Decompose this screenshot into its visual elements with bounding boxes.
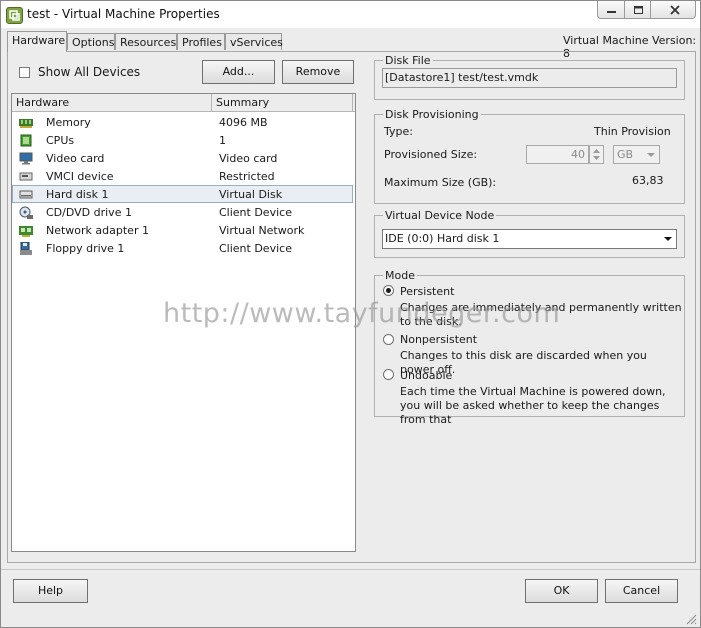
persistent-description: Changes are immediately and permanently … [400, 301, 682, 328]
provisioned-size-label: Provisioned Size: [384, 148, 478, 161]
nonpersistent-label[interactable]: Nonpersistent [400, 333, 477, 346]
title-bar[interactable]: test - Virtual Machine Properties [1, 1, 700, 28]
virtual-device-node-title: Virtual Device Node [383, 209, 497, 222]
chevron-down-icon [647, 153, 655, 157]
restore-icon [634, 6, 643, 14]
hardware-row-floppy-drive[interactable]: Floppy drive 1 Client Device [12, 239, 353, 257]
persistent-radio[interactable] [383, 285, 394, 296]
tab-resources[interactable]: Resources [115, 33, 177, 50]
undoable-description: Each time the Virtual Machine is powered… [400, 385, 666, 426]
provisioning-type-value: Thin Provision [594, 125, 671, 138]
hardware-summary: Client Device [219, 206, 292, 219]
device-node-select[interactable]: IDE (0:0) Hard disk 1 [382, 229, 677, 249]
remove-button[interactable]: Remove [282, 60, 354, 84]
provisioning-type-label: Type: [384, 125, 413, 138]
restore-button[interactable] [624, 1, 651, 19]
hardware-list-header: Hardware Summary [12, 94, 355, 112]
hardware-row-cpus[interactable]: CPUs 1 [12, 131, 353, 149]
add-button[interactable]: Add... [202, 60, 275, 84]
hardware-row-network-adapter[interactable]: Network adapter 1 Virtual Network [12, 221, 353, 239]
disk-file-title: Disk File [383, 54, 433, 67]
hardware-name: Floppy drive 1 [46, 242, 125, 255]
tab-hardware[interactable]: Hardware [7, 31, 67, 52]
mode-title: Mode [383, 269, 417, 282]
persistent-label[interactable]: Persistent [400, 285, 454, 298]
tab-vservices[interactable]: vServices [225, 33, 283, 50]
hardware-name: CD/DVD drive 1 [46, 206, 132, 219]
tab-profiles[interactable]: Profiles [177, 33, 225, 50]
show-all-devices-label[interactable]: Show All Devices [38, 65, 140, 79]
disk-file-field: [Datastore1] test/test.vmdk [382, 68, 677, 88]
hardware-row-cd-dvd[interactable]: CD/DVD drive 1 Client Device [12, 203, 353, 221]
cd-dvd-icon [19, 206, 33, 219]
nonpersistent-radio[interactable] [383, 334, 394, 345]
provisioned-unit-select[interactable]: GB [613, 145, 660, 164]
network-adapter-icon [19, 226, 33, 237]
hardware-summary: Video card [219, 152, 278, 165]
ok-button[interactable]: OK [525, 579, 598, 603]
close-button[interactable] [650, 1, 696, 19]
resize-grip-icon[interactable] [685, 613, 697, 625]
hardware-name: Memory [46, 116, 91, 129]
provisioned-size-spinner[interactable] [589, 145, 604, 164]
column-hardware[interactable]: Hardware [12, 94, 212, 111]
cpu-icon [20, 134, 32, 147]
tab-options[interactable]: Options [67, 33, 115, 50]
minimize-button[interactable] [597, 1, 625, 19]
hardware-summary: Client Device [219, 242, 292, 255]
hardware-row-video-card[interactable]: Video card Video card [12, 149, 353, 167]
hardware-name: Video card [46, 152, 105, 165]
properties-window: test - Virtual Machine Properties Hardwa… [0, 0, 701, 628]
memory-icon [19, 119, 33, 128]
undoable-radio[interactable] [383, 369, 394, 380]
hard-disk-icon [19, 190, 33, 199]
column-summary[interactable]: Summary [212, 94, 353, 111]
chevron-down-icon [664, 237, 672, 241]
hardware-row-memory[interactable]: Memory 4096 MB [12, 113, 353, 131]
hardware-summary: Virtual Network [219, 224, 305, 237]
footer-divider [1, 569, 700, 570]
help-button[interactable]: Help [13, 579, 88, 603]
hardware-name: Hard disk 1 [46, 188, 109, 201]
hardware-summary: Virtual Disk [219, 188, 283, 201]
window-title: test - Virtual Machine Properties [27, 7, 220, 21]
maximum-size-label: Maximum Size (GB): [384, 176, 497, 189]
hardware-name: Network adapter 1 [46, 224, 149, 237]
spinner-arrows-icon [593, 149, 600, 160]
hardware-summary: 1 [219, 134, 226, 147]
hardware-name: VMCI device [46, 170, 114, 183]
disk-provisioning-title: Disk Provisioning [383, 108, 481, 121]
close-icon [670, 5, 680, 15]
show-all-devices-checkbox[interactable] [19, 67, 30, 78]
hardware-name: CPUs [46, 134, 75, 147]
hardware-row-hard-disk[interactable]: Hard disk 1 Virtual Disk [12, 185, 353, 203]
provisioned-size-input[interactable]: 40 [526, 145, 589, 164]
undoable-label[interactable]: Undoable [400, 369, 452, 382]
floppy-drive-icon [20, 242, 32, 255]
vmci-device-icon [19, 172, 33, 181]
video-card-icon [19, 152, 33, 165]
hardware-list[interactable]: Hardware Summary Memory 4096 MB CPUs 1 V… [11, 93, 356, 552]
cancel-button[interactable]: Cancel [605, 579, 678, 603]
minimize-icon [607, 11, 616, 13]
provisioned-unit-value: GB [617, 148, 634, 161]
hardware-row-vmci-device[interactable]: VMCI device Restricted [12, 167, 353, 185]
device-node-value: IDE (0:0) Hard disk 1 [385, 232, 500, 245]
hardware-summary: 4096 MB [219, 116, 268, 129]
hardware-summary: Restricted [219, 170, 275, 183]
maximum-size-value: 63,83 [632, 174, 664, 187]
vsphere-app-icon [6, 7, 23, 24]
